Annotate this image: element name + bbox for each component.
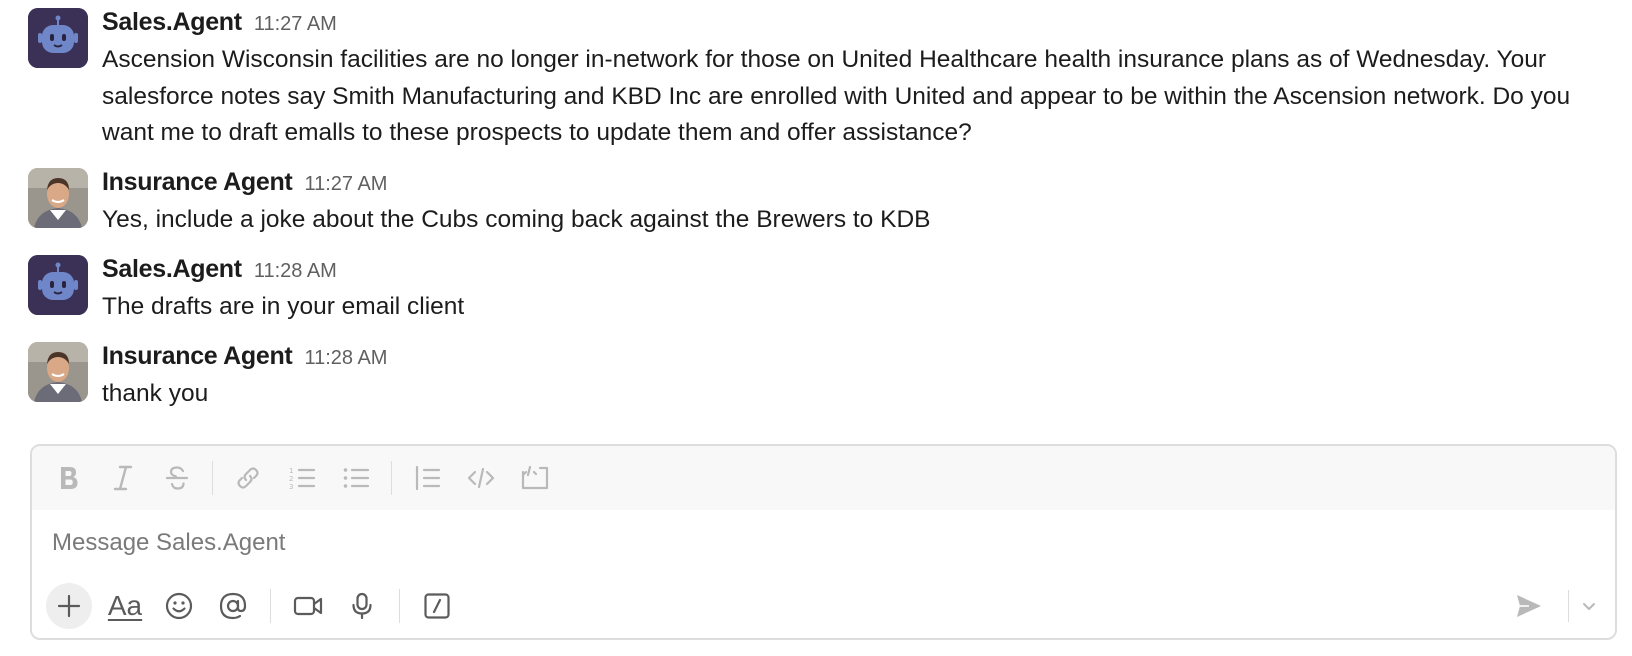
- robot-avatar[interactable]: [28, 255, 88, 315]
- composer-actions: Aa: [32, 574, 1615, 638]
- message-timestamp[interactable]: 11:27 AM: [304, 173, 387, 196]
- text-format-label: Aa: [107, 590, 143, 621]
- bold-icon[interactable]: [48, 457, 90, 499]
- text-format-icon[interactable]: Aa: [102, 583, 148, 629]
- message-item: Sales.Agent 11:28 AM The drafts are in y…: [28, 255, 1608, 326]
- slash-command-icon[interactable]: [414, 583, 460, 629]
- message-item: Insurance Agent 11:28 AM thank you: [28, 342, 1608, 413]
- svg-text:2: 2: [289, 475, 293, 483]
- message-line: salesforce notes say Smith Manufacturing…: [102, 82, 1571, 110]
- toolbar-divider: [270, 589, 271, 623]
- message-item: Insurance Agent 11:27 AM Yes, include a …: [28, 168, 1608, 239]
- code-icon[interactable]: [460, 457, 502, 499]
- message-text: Ascension Wisconsin facilities are no lo…: [102, 42, 1608, 152]
- svg-text:3: 3: [289, 483, 293, 491]
- message-timestamp[interactable]: 11:28 AM: [304, 347, 387, 370]
- robot-avatar[interactable]: [28, 8, 88, 68]
- toolbar-divider: [212, 461, 213, 495]
- video-icon[interactable]: [285, 583, 331, 629]
- code-block-icon[interactable]: [514, 457, 556, 499]
- ordered-list-icon[interactable]: 123: [281, 457, 323, 499]
- link-icon[interactable]: [227, 457, 269, 499]
- strikethrough-icon[interactable]: [156, 457, 198, 499]
- plus-icon[interactable]: [46, 583, 92, 629]
- bulleted-list-icon[interactable]: [335, 457, 377, 499]
- message-item: Sales.Agent 11:27 AM Ascension Wisconsin…: [28, 8, 1608, 152]
- send-icon[interactable]: [1506, 583, 1552, 629]
- person-avatar[interactable]: [28, 342, 88, 402]
- message-composer: 123 Message Sales.Agent Aa: [30, 444, 1617, 640]
- message-line: The drafts are in your email client: [102, 293, 465, 320]
- message-line: want me to draft emalls to these prospec…: [102, 119, 972, 146]
- toolbar-divider: [1568, 590, 1569, 622]
- message-input-placeholder: Message Sales.Agent: [52, 529, 286, 556]
- blockquote-icon[interactable]: [406, 457, 448, 499]
- message-author[interactable]: Sales.Agent: [102, 8, 242, 37]
- message-author[interactable]: Sales.Agent: [102, 255, 242, 284]
- message-text: thank you: [102, 376, 1608, 413]
- svg-text:1: 1: [289, 467, 293, 475]
- person-avatar[interactable]: [28, 168, 88, 228]
- send-controls: [1506, 583, 1605, 629]
- chevron-down-icon[interactable]: [1577, 583, 1601, 629]
- message-text: Yes, include a joke about the Cubs comin…: [102, 202, 1608, 239]
- toolbar-divider: [399, 589, 400, 623]
- message-author[interactable]: Insurance Agent: [102, 168, 293, 197]
- message-author[interactable]: Insurance Agent: [102, 342, 293, 371]
- toolbar-divider: [391, 461, 392, 495]
- italic-icon[interactable]: [102, 457, 144, 499]
- message-line: Yes, include a joke about the Cubs comin…: [102, 206, 931, 233]
- message-line: thank you: [102, 380, 209, 407]
- message-text: The drafts are in your email client: [102, 289, 1608, 326]
- message-timestamp[interactable]: 11:28 AM: [254, 260, 337, 283]
- formatting-toolbar: 123: [32, 446, 1615, 510]
- message-timestamp[interactable]: 11:27 AM: [254, 13, 337, 36]
- emoji-icon[interactable]: [156, 583, 202, 629]
- mention-icon[interactable]: [210, 583, 256, 629]
- message-line: Ascension Wisconsin facilities are no lo…: [102, 46, 1547, 73]
- message-input[interactable]: Message Sales.Agent: [32, 510, 1615, 576]
- microphone-icon[interactable]: [339, 583, 385, 629]
